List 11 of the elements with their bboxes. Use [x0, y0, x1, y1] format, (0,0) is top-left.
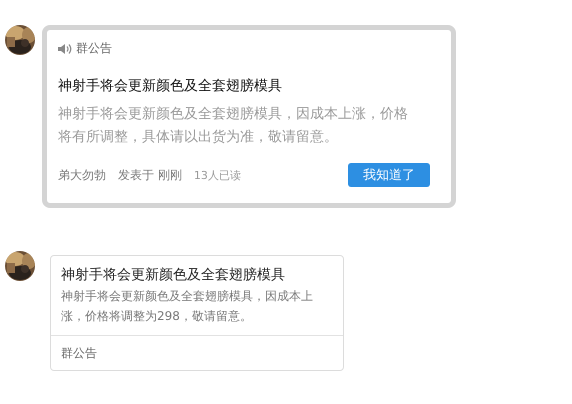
author-name: 弟大勿勃	[58, 166, 106, 184]
announcement-title: 神射手将会更新颜色及全套翅膀模具	[58, 77, 283, 95]
announcement-card[interactable]: 神射手将会更新颜色及全套翅膀模具 神射手将会更新颜色及全套翅膀模具，因成本上涨，价格将调整为298，敬请留意。 群公告	[50, 255, 344, 371]
speaker-icon	[58, 42, 72, 54]
card-footer: 群公告	[51, 335, 343, 370]
read-count: 13人已读	[194, 168, 241, 182]
posted-time: 发表于 刚刚	[118, 166, 182, 184]
popup-header: 群公告	[76, 40, 112, 57]
announcement-body: 神射手将会更新颜色及全套翅膀模具，因成本上涨，价格将有所调整，具体请以出货为准，敬请留意。	[58, 105, 409, 147]
card-title: 神射手将会更新颜色及全套翅膀模具	[60, 266, 286, 284]
card-body: 神射手将会更新颜色及全套翅膀模具，因成本上涨，价格将调整为298，敬请留意。	[60, 288, 314, 325]
